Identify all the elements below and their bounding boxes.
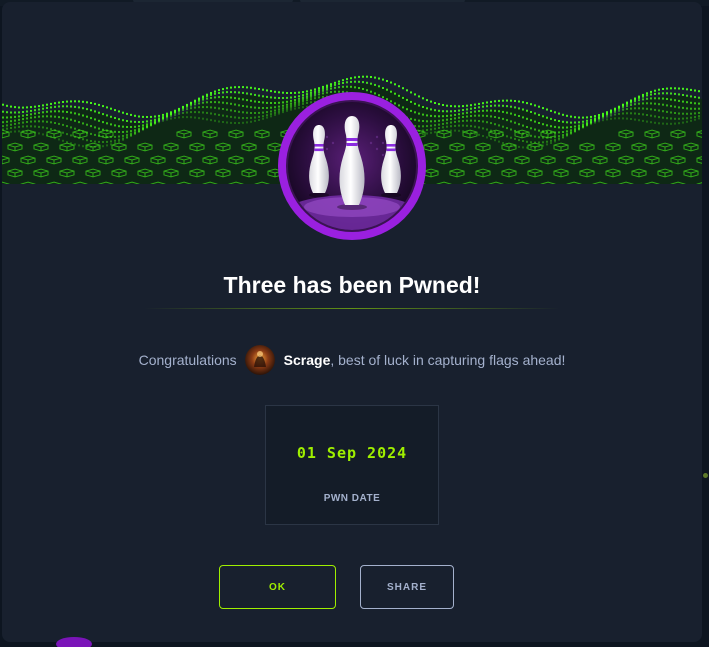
- username: Scrage: [283, 352, 331, 368]
- congratulations-message: Congratulations Scrage , best of luck in…: [2, 345, 702, 375]
- ok-button[interactable]: OK: [219, 565, 336, 609]
- machine-badge: [273, 87, 431, 245]
- pwned-modal: Three has been Pwned! Congratulations Sc…: [2, 2, 702, 642]
- pwn-date-label: PWN DATE: [323, 493, 381, 504]
- background-badge-peek: [56, 637, 92, 647]
- modal-title: Three has been Pwned!: [223, 272, 481, 298]
- share-button[interactable]: SHARE: [360, 565, 454, 609]
- user-avatar: [244, 345, 275, 375]
- congrats-suffix: , best of luck in capturing flags ahead!: [330, 352, 566, 368]
- pwn-date-value: 01 Sep 2024: [296, 444, 408, 462]
- title-divider: [144, 308, 560, 309]
- background-indicator: [703, 473, 708, 478]
- pwn-date-card: 01 Sep 2024 PWN DATE: [265, 405, 439, 525]
- congrats-prefix: Congratulations: [138, 352, 237, 368]
- bowling-pins-icon: [278, 92, 426, 240]
